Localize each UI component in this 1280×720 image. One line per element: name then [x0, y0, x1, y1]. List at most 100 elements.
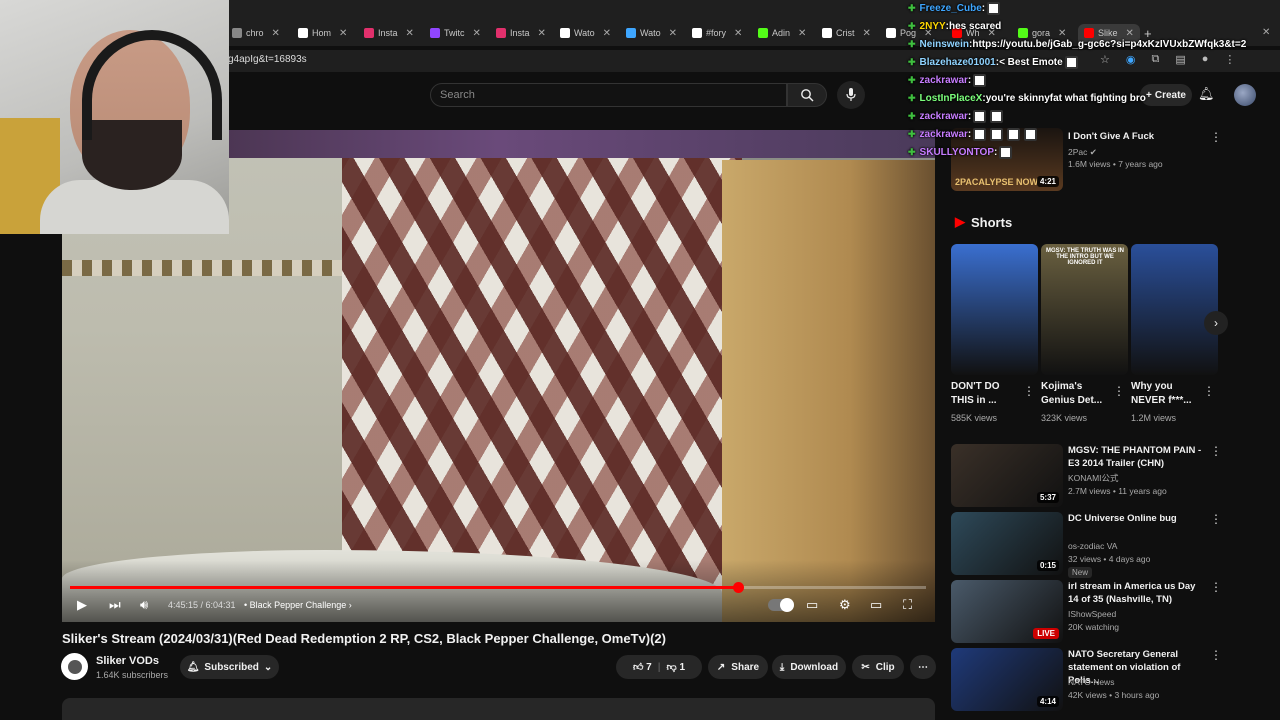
more-vert-icon[interactable]: ⋮ [1210, 444, 1222, 458]
profile-icon[interactable]: ● [1202, 53, 1209, 67]
related-channel[interactable]: NATO News [1068, 676, 1114, 688]
search-button[interactable] [787, 83, 827, 107]
short-thumbnail[interactable]: MGSV: THE TRUTH WAS IN THE INTRO BUT WE … [1041, 244, 1128, 375]
related-title[interactable]: MGSV: THE PHANTOM PAIN - E3 2014 Trailer… [1068, 444, 1208, 470]
tab-close-icon[interactable]: ✕ [863, 28, 871, 39]
like-button[interactable]: 👍︎ 7 [633, 661, 652, 673]
extensions-icon[interactable]: ⧉ [1151, 53, 1159, 67]
tab-close-icon[interactable]: ✕ [734, 28, 742, 39]
download-button[interactable]: ⤓ Download [772, 655, 846, 679]
more-actions-button[interactable]: ⋯ [910, 655, 936, 679]
chat-username[interactable]: LostInPlaceX [920, 93, 983, 104]
short-title[interactable]: DON'T DO THIS in ... [951, 380, 1021, 408]
chat-username[interactable]: zackrawar [920, 111, 968, 122]
related-thumbnail[interactable]: 4:14 [951, 648, 1063, 711]
dislike-button[interactable]: 👎︎ 1 [667, 661, 686, 673]
related-thumbnail[interactable]: 5:37 [951, 444, 1063, 507]
short-title[interactable]: Why you NEVER f***... [1131, 380, 1201, 408]
chapter-label: • Black Pepper Challenge [244, 600, 347, 610]
chat-username[interactable]: SKULLYONTOP [920, 147, 994, 158]
more-vert-icon[interactable]: ⋮ [1210, 580, 1222, 594]
share-button[interactable]: ↗ Share [708, 655, 768, 679]
related-channel-top[interactable]: 2Pac ✔ [1068, 146, 1097, 158]
tab-close-icon[interactable]: ✕ [603, 28, 611, 39]
video-duration: 5:37 [1036, 492, 1059, 503]
short-thumbnail[interactable] [1131, 244, 1218, 375]
chat-text: https://youtu.be/jGab_g-gc6c?si=p4xKzIVU… [972, 38, 1247, 50]
related-title-top[interactable]: I Don't Give A Fuck [1068, 130, 1208, 143]
create-button[interactable]: + Create [1140, 84, 1192, 106]
progress-bar-played [70, 586, 738, 589]
clip-button[interactable]: ✂ Clip [852, 655, 904, 679]
chat-username[interactable]: zackrawar [920, 75, 968, 86]
tab-close-icon[interactable]: ✕ [473, 28, 481, 39]
short-title[interactable]: Kojima's Genius Det... [1041, 380, 1111, 408]
browser-tab[interactable]: Crist ✕ [822, 24, 871, 42]
search-input[interactable] [430, 83, 787, 107]
chevron-right-icon[interactable]: › [1204, 311, 1228, 335]
browser-tab[interactable]: Wato ✕ [626, 24, 677, 42]
chat-username[interactable]: Freeze_Cube [920, 3, 982, 14]
browser-tab[interactable]: Hom ✕ [298, 24, 347, 42]
progress-scrubber-handle[interactable] [732, 582, 744, 593]
chat-username[interactable]: zackrawar [920, 129, 968, 140]
star-icon[interactable]: ☆ [1100, 53, 1110, 67]
more-vert-icon[interactable]: ⋮ [1210, 130, 1222, 144]
live-badge: LIVE [1033, 628, 1059, 639]
tab-close-icon[interactable]: ✕ [272, 28, 280, 39]
description-box[interactable] [62, 698, 935, 720]
fullscreen-icon[interactable]: ⛶ [903, 596, 912, 614]
notifications-bell-icon[interactable]: 🔔︎ [1198, 86, 1215, 102]
related-thumbnail[interactable]: LIVE [951, 580, 1063, 643]
browser-tab[interactable]: Wato ✕ [560, 24, 611, 42]
more-vert-icon[interactable]: ⋮ [1203, 384, 1215, 398]
tab-close-icon[interactable]: ✕ [339, 28, 347, 39]
chat-username[interactable]: 2NYY [920, 21, 946, 32]
window-close-icon[interactable]: ✕ [1262, 27, 1270, 38]
chat-username[interactable]: Neinswein [920, 39, 969, 50]
tab-favicon-icon [758, 28, 768, 38]
browser-tab[interactable]: Insta ✕ [496, 24, 546, 42]
audio-icon[interactable]: ◉ [1126, 53, 1136, 67]
account-avatar[interactable] [1234, 84, 1256, 106]
menu-icon[interactable]: ⋮ [1224, 53, 1235, 67]
browser-tab[interactable]: chro ✕ [232, 24, 280, 42]
play-icon[interactable]: ▶ [77, 596, 87, 614]
volume-icon[interactable]: 🔊︎ [140, 596, 148, 614]
related-channel[interactable]: IShowSpeed [1068, 608, 1116, 620]
channel-name[interactable]: Sliker VODs [96, 655, 159, 667]
next-icon[interactable]: ⏭︎ [109, 596, 121, 614]
subtitles-icon[interactable]: ▭ [806, 596, 818, 614]
more-vert-icon[interactable]: ⋮ [1023, 384, 1035, 398]
channel-avatar[interactable] [61, 653, 88, 680]
tab-close-icon[interactable]: ✕ [798, 28, 806, 39]
related-thumbnail[interactable]: 0:15 [951, 512, 1063, 575]
browser-tab[interactable]: Adin ✕ [758, 24, 806, 42]
sidebar-icon[interactable]: ▤ [1175, 53, 1185, 67]
related-title[interactable]: DC Universe Online bug [1068, 512, 1208, 525]
short-thumbnail[interactable] [951, 244, 1038, 375]
related-channel[interactable]: KONAMI公式 [1068, 472, 1119, 484]
related-channel[interactable]: os-zodiac VA [1068, 540, 1117, 552]
tab-close-icon[interactable]: ✕ [406, 28, 414, 39]
related-title[interactable]: irl stream in America us Day 14 of 35 (N… [1068, 580, 1208, 606]
browser-tab[interactable]: Insta ✕ [364, 24, 414, 42]
settings-gear-icon[interactable]: ⚙ [839, 596, 851, 614]
tab-close-icon[interactable]: ✕ [538, 28, 546, 39]
browser-tab[interactable]: #fory ✕ [692, 24, 742, 42]
chat-emote-icon [1064, 55, 1078, 69]
autoplay-toggle[interactable] [768, 596, 794, 614]
tab-close-icon[interactable]: ✕ [669, 28, 677, 39]
chapter-title[interactable]: • Black Pepper Challenge › [244, 600, 352, 610]
chat-username[interactable]: Blazehaze01001 [920, 57, 996, 68]
url-text[interactable]: g4apIg&t=16893s [228, 54, 307, 65]
more-vert-icon[interactable]: ⋮ [1210, 512, 1222, 526]
more-vert-icon[interactable]: ⋮ [1113, 384, 1125, 398]
subscribed-button[interactable]: 🔔︎ Subscribed ⌄ [180, 655, 279, 679]
more-vert-icon[interactable]: ⋮ [1210, 648, 1222, 662]
subscriber-count: 1.64K subscribers [96, 670, 169, 680]
theater-mode-icon[interactable]: ▭ [870, 596, 882, 614]
chat-emote-icon [990, 127, 1004, 141]
browser-tab[interactable]: Twitc ✕ [430, 24, 481, 42]
voice-search-button[interactable] [837, 81, 865, 109]
